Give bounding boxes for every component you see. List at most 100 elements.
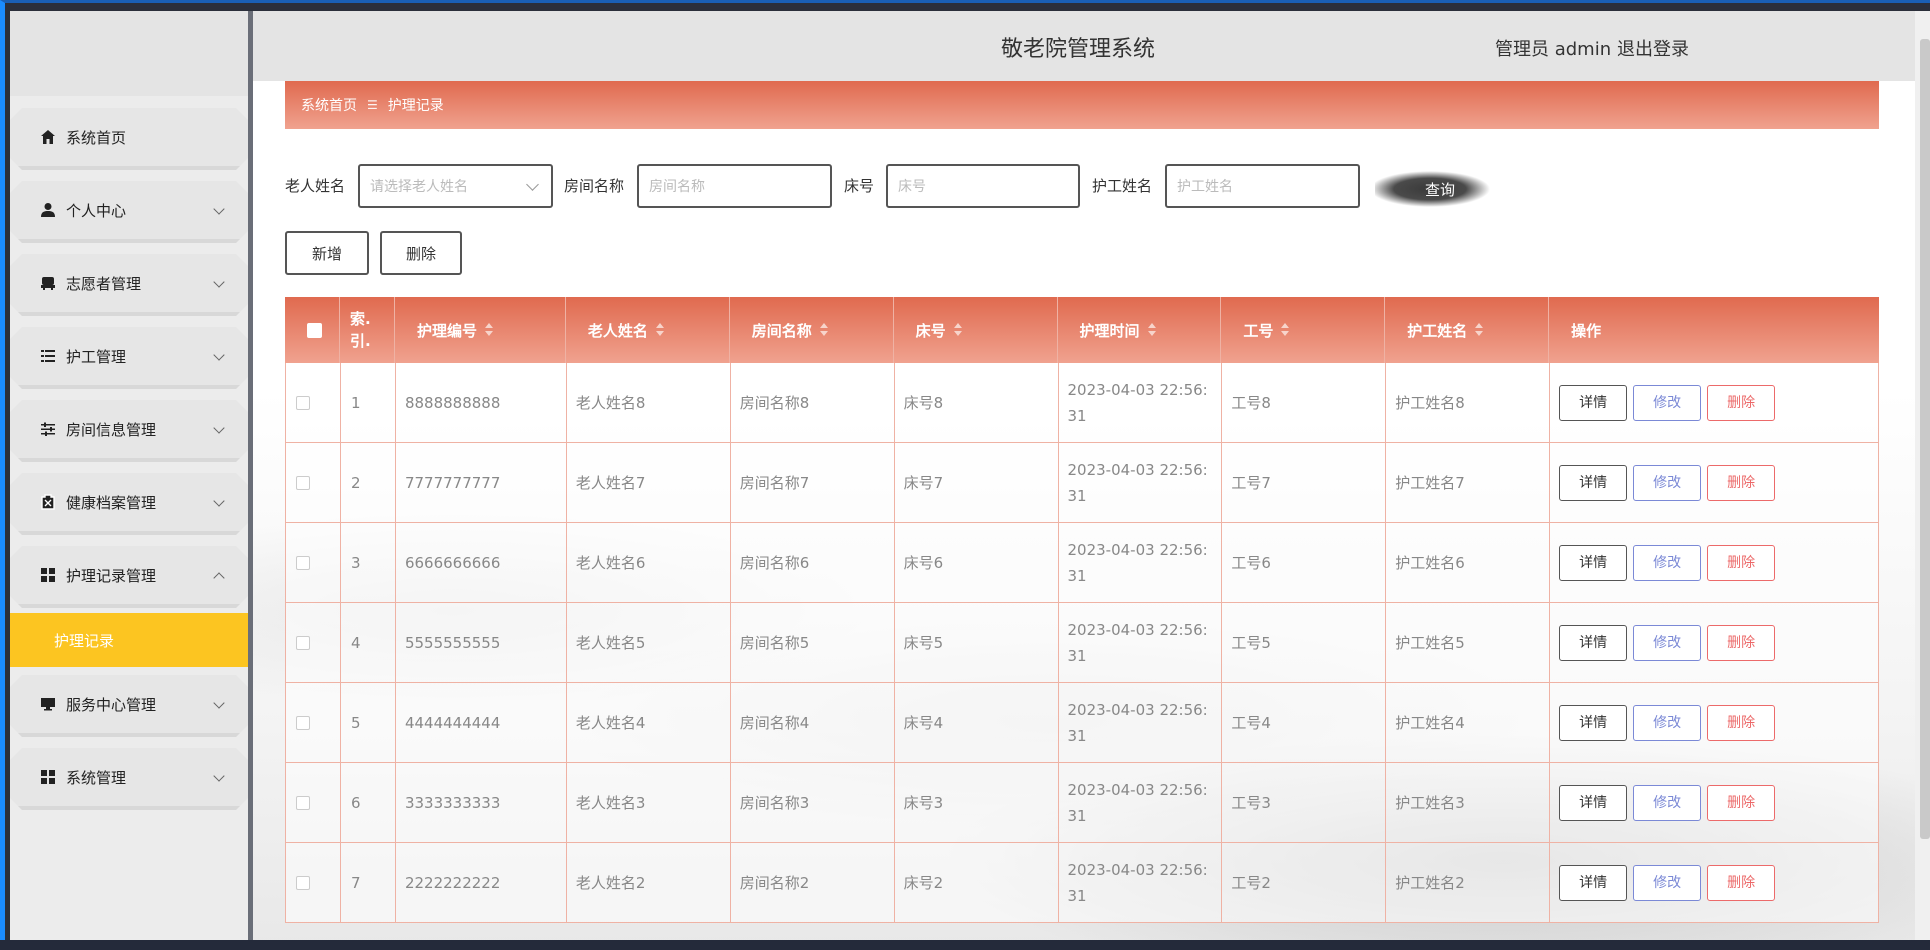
add-button[interactable]: 新增: [285, 231, 369, 275]
detail-button[interactable]: 详情: [1559, 544, 1628, 581]
cell-elder-name-text: 老人姓名2: [575, 873, 646, 892]
cell-nursing-time: 2023-04-03 22:56: 31: [1059, 683, 1223, 762]
edit-button[interactable]: 修改: [1633, 624, 1702, 661]
nursing-time-text: 31: [1067, 646, 1087, 665]
sidebar-item-system[interactable]: 系统管理: [10, 748, 248, 810]
query-button[interactable]: 查询: [1375, 167, 1505, 211]
grid-icon: [40, 769, 56, 785]
edit-button[interactable]: 修改: [1633, 784, 1702, 821]
header-nursing-code[interactable]: 护理编号: [395, 297, 566, 363]
cell-room-name-text: 房间名称4: [739, 713, 810, 732]
sidebar-item-nursing-records[interactable]: 护理记录管理: [10, 546, 248, 608]
row-checkbox[interactable]: [296, 475, 310, 490]
delete-button[interactable]: 删除: [1707, 864, 1776, 901]
detail-button[interactable]: 详情: [1559, 784, 1628, 821]
delete-button[interactable]: 删除: [1707, 464, 1776, 501]
detail-button[interactable]: 详情: [1559, 464, 1628, 501]
cell-worker-name-text: 护工姓名2: [1395, 873, 1465, 892]
sidebar-subitem-nursing-record[interactable]: 护理记录: [10, 613, 248, 667]
header-room-name[interactable]: 房间名称: [730, 297, 894, 363]
worker-name-input[interactable]: 护工姓名: [1165, 164, 1360, 208]
header-elder-name[interactable]: 老人姓名: [566, 297, 730, 363]
sort-icon[interactable]: [655, 323, 664, 337]
room-name-input[interactable]: 房间名称: [637, 164, 832, 208]
edit-button[interactable]: 修改: [1633, 384, 1702, 421]
nursing-time-text: 31: [1067, 486, 1087, 505]
header-index: 索. 引.: [340, 297, 395, 363]
header-job-number[interactable]: 工号: [1221, 297, 1386, 363]
scrollbar-thumb[interactable]: [1920, 39, 1930, 839]
logout-link[interactable]: 退出登录: [1617, 35, 1689, 61]
cell-room-name-text: 房间名称6: [739, 553, 810, 572]
sidebar-item-room-info[interactable]: 房间信息管理: [10, 400, 248, 462]
cell-room-name-text: 房间名称7: [739, 473, 810, 492]
cell-job-number-text: 工号4: [1231, 713, 1271, 732]
edit-button[interactable]: 修改: [1633, 544, 1702, 581]
row-checkbox[interactable]: [296, 875, 310, 890]
delete-button[interactable]: 删除: [1707, 544, 1776, 581]
edit-button[interactable]: 修改: [1633, 464, 1702, 501]
cell-job-number-text: 工号8: [1231, 393, 1271, 412]
cell-job-number: 工号3: [1222, 763, 1387, 842]
cell-nursing-code-text: 2222222222: [404, 873, 501, 892]
sidebar-item-label: 系统首页: [66, 128, 127, 147]
batch-delete-button[interactable]: 删除: [380, 231, 462, 275]
row-checkbox[interactable]: [296, 555, 310, 570]
detail-button[interactable]: 详情: [1559, 864, 1628, 901]
cell-job-number: 工号5: [1222, 603, 1387, 682]
select-all-cell: [285, 297, 340, 363]
chevron-up-icon: [213, 572, 225, 584]
breadcrumb-home[interactable]: 系统首页: [301, 95, 357, 115]
edit-button[interactable]: 修改: [1633, 864, 1702, 901]
cell-nursing-code: 2222222222: [396, 843, 567, 922]
sidebar-item-personal-center[interactable]: 个人中心: [10, 181, 248, 243]
header-nursing-time[interactable]: 护理时间: [1058, 297, 1222, 363]
select-all-checkbox[interactable]: [307, 322, 322, 338]
cell-elder-name: 老人姓名2: [567, 843, 731, 922]
delete-button[interactable]: 删除: [1707, 384, 1776, 421]
sort-icon[interactable]: [484, 323, 493, 337]
sort-icon[interactable]: [1147, 323, 1156, 337]
sort-icon[interactable]: [1475, 323, 1484, 337]
sort-icon[interactable]: [1281, 323, 1290, 337]
chevron-down-icon: [526, 178, 539, 191]
cell-job-number: 工号8: [1222, 363, 1387, 442]
cell-job-number-text: 工号6: [1231, 553, 1271, 572]
row-checkbox[interactable]: [296, 635, 310, 650]
sidebar-item-label: 个人中心: [66, 201, 127, 220]
nursing-record-table: 索. 引. 护理编号 老人姓名 房间名称 床号 护理时间 工号 护工姓名 操作 …: [285, 297, 1879, 923]
elder-name-select[interactable]: 请选择老人姓名: [358, 164, 553, 208]
cell-nursing-code: 4444444444: [396, 683, 567, 762]
table-header: 索. 引. 护理编号 老人姓名 房间名称 床号 护理时间 工号 护工姓名 操作: [285, 297, 1879, 363]
cell-bed-number: 床号8: [895, 363, 1059, 442]
delete-button[interactable]: 删除: [1707, 624, 1776, 661]
cell-bed-number: 床号3: [895, 763, 1059, 842]
cell-nursing-code-text: 4444444444: [404, 713, 501, 732]
sort-icon[interactable]: [819, 323, 828, 337]
bed-number-input[interactable]: 床号: [886, 164, 1080, 208]
sidebar-item-health-records[interactable]: 健康档案管理: [10, 473, 248, 535]
vertical-scrollbar[interactable]: [1915, 11, 1930, 941]
header-bed-number[interactable]: 床号: [894, 297, 1058, 363]
header-worker-name[interactable]: 护工姓名: [1385, 297, 1550, 363]
delete-button[interactable]: 删除: [1707, 704, 1776, 741]
cell-worker-name: 护工姓名2: [1386, 843, 1551, 922]
row-checkbox[interactable]: [296, 715, 310, 730]
sidebar-item-volunteer[interactable]: 志愿者管理: [10, 254, 248, 316]
detail-button[interactable]: 详情: [1559, 384, 1628, 421]
sort-icon[interactable]: [953, 323, 962, 337]
detail-button[interactable]: 详情: [1559, 624, 1628, 661]
delete-button[interactable]: 删除: [1707, 784, 1776, 821]
cell-index: 6: [341, 763, 396, 842]
row-checkbox[interactable]: [296, 395, 310, 410]
detail-button[interactable]: 详情: [1559, 704, 1628, 741]
sidebar-item-caregiver[interactable]: 护工管理: [10, 327, 248, 389]
edit-button[interactable]: 修改: [1633, 704, 1702, 741]
sidebar-item-home[interactable]: 系统首页: [10, 108, 248, 170]
chevron-down-icon: [213, 422, 225, 434]
app-window: 系统首页 个人中心 志愿者管理 护工管理 房间信息管理 健康档案管理 护理记录管…: [0, 0, 1930, 941]
sidebar-item-label: 护理记录管理: [66, 566, 157, 585]
row-checkbox[interactable]: [296, 795, 310, 810]
cell-room-name-text: 房间名称3: [739, 793, 810, 812]
sidebar-item-service-center[interactable]: 服务中心管理: [10, 675, 248, 737]
